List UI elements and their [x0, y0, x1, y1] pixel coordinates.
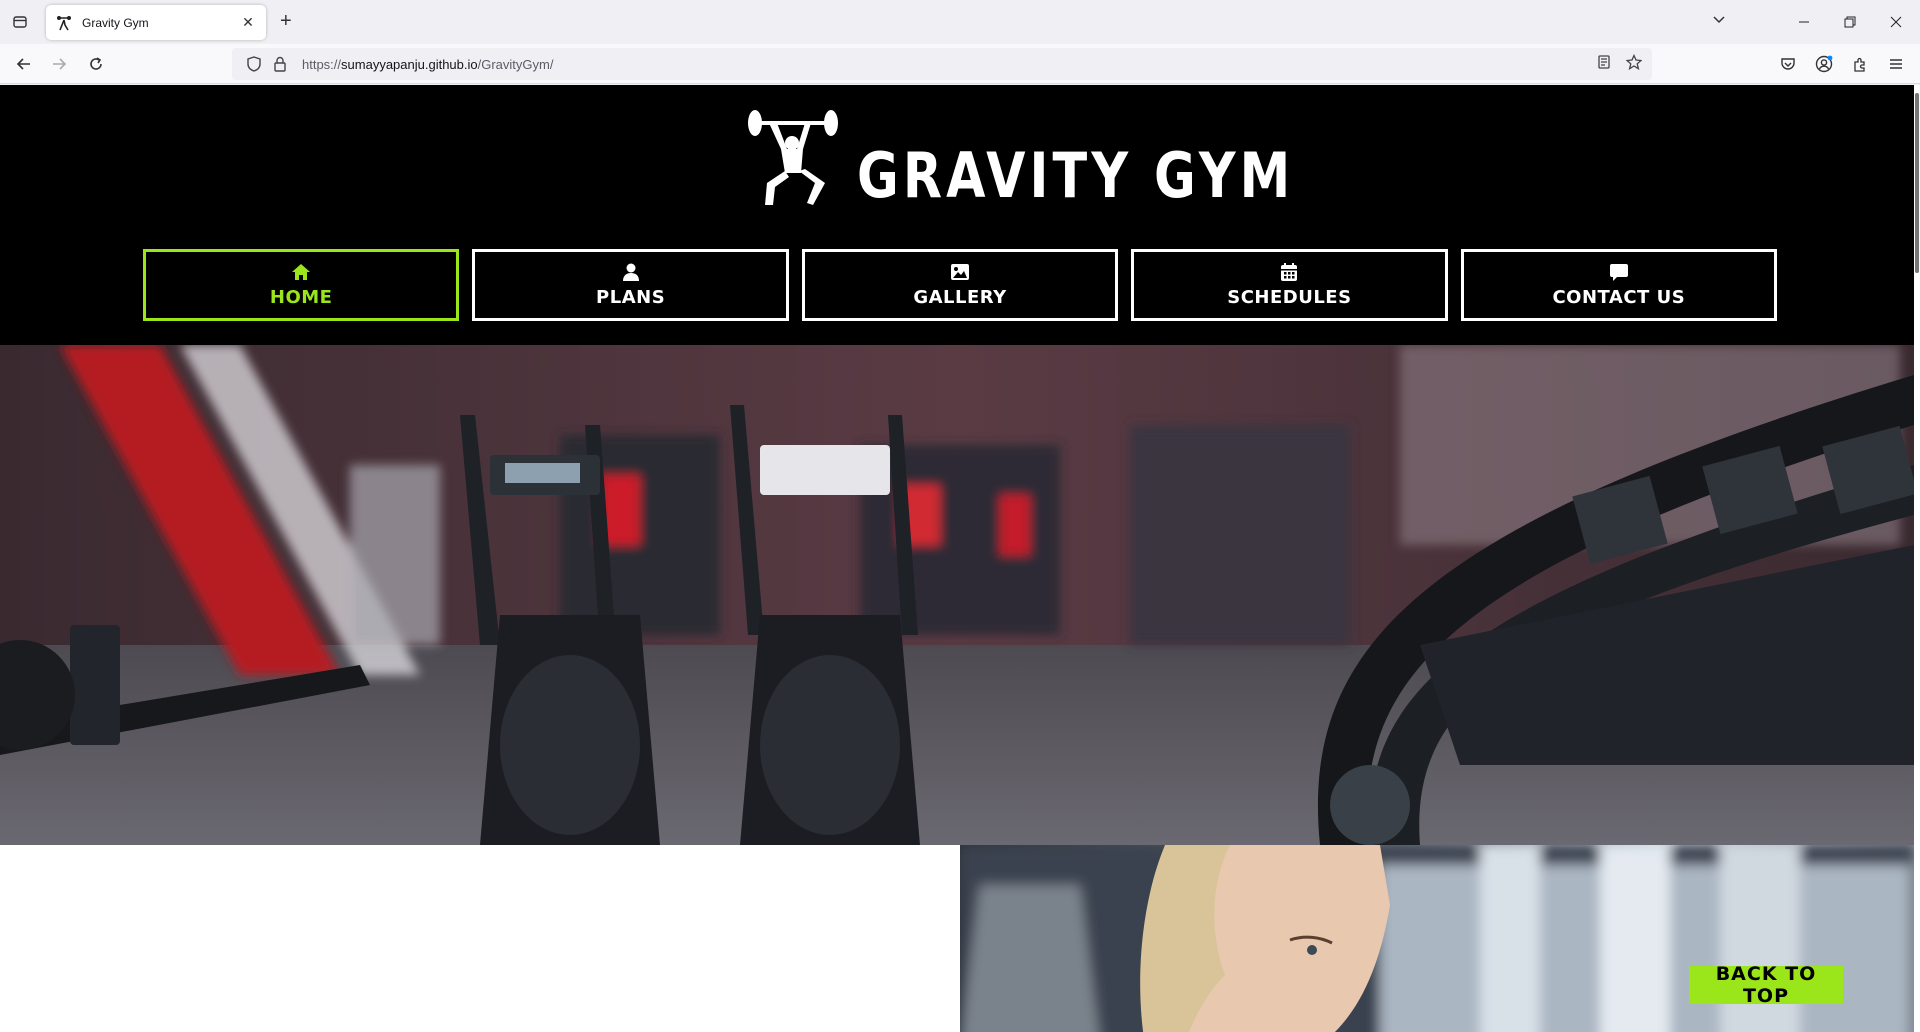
new-tab-icon[interactable]: +: [280, 11, 292, 31]
close-window-icon[interactable]: [1884, 10, 1908, 34]
address-bar[interactable]: https://sumayyapanju.github.io/GravityGy…: [232, 48, 1652, 80]
calendar-icon: [1279, 262, 1299, 282]
bookmark-star-icon[interactable]: [1625, 53, 1643, 75]
hero-gym-image: [0, 345, 1914, 845]
menu-schedules[interactable]: SCHEDULES: [1131, 249, 1448, 321]
url-host: sumayyapanju.github.io: [341, 56, 478, 72]
site-title: GRAVITY GYM: [857, 139, 1295, 212]
url-text[interactable]: https://sumayyapanju.github.io/GravityGy…: [302, 57, 553, 72]
tracking-shield-icon[interactable]: [244, 54, 264, 74]
menu-schedules-label: SCHEDULES: [1227, 287, 1352, 308]
menu-plans-label: PLANS: [596, 287, 666, 308]
site-header: GRAVITY GYM HOME PLANS GALLERY SCHEDULES…: [0, 85, 1914, 345]
browser-tab-active[interactable]: Gravity Gym ✕: [46, 5, 266, 40]
menu-plans[interactable]: PLANS: [472, 249, 789, 321]
menu-contact-us-label: CONTACT US: [1552, 287, 1686, 308]
back-to-top-button[interactable]: BACK TO TOP: [1689, 963, 1843, 1007]
browser-tab-bar: Gravity Gym ✕ +: [0, 0, 1920, 44]
menu-home[interactable]: HOME: [143, 249, 460, 321]
tab-overflow-chevron-icon[interactable]: [1712, 12, 1726, 29]
hamburger-menu-icon[interactable]: [1884, 52, 1908, 76]
hero-illustration: [0, 345, 1914, 845]
menu-contact-us[interactable]: CONTACT US: [1460, 249, 1778, 321]
reader-view-icon[interactable]: [1596, 54, 1612, 75]
home-icon: [291, 262, 311, 282]
image-icon: [950, 262, 970, 282]
page-scrollbar-thumb[interactable]: [1915, 93, 1919, 273]
browser-nav-bar: https://sumayyapanju.github.io/GravityGy…: [0, 44, 1920, 84]
brand[interactable]: GRAVITY GYM: [745, 107, 1390, 207]
main-menu: HOME PLANS GALLERY SCHEDULES CONTACT US: [143, 249, 1778, 321]
menu-gallery[interactable]: GALLERY: [801, 249, 1119, 321]
tab-close-icon[interactable]: ✕: [240, 14, 256, 31]
back-arrow-icon[interactable]: [12, 52, 36, 76]
menu-gallery-label: GALLERY: [913, 287, 1007, 308]
url-scheme: https://: [302, 56, 342, 72]
weightlifter-logo-icon: [748, 110, 838, 205]
menu-home-label: HOME: [269, 287, 333, 308]
chat-icon: [1609, 262, 1629, 282]
tab-title: Gravity Gym: [82, 15, 149, 30]
lock-icon[interactable]: [270, 54, 290, 74]
restore-window-icon[interactable]: [1838, 10, 1862, 34]
account-icon[interactable]: [1812, 52, 1836, 76]
gym-favicon-icon: [57, 15, 71, 30]
extensions-icon[interactable]: [1848, 52, 1872, 76]
pocket-icon[interactable]: [1776, 52, 1800, 76]
reload-icon[interactable]: [84, 52, 108, 76]
user-icon: [621, 262, 641, 282]
tab-list-icon[interactable]: [10, 12, 30, 32]
url-path: /GravityGym/: [477, 56, 554, 72]
page-scrollbar[interactable]: [1914, 85, 1920, 1032]
page-viewport: GRAVITY GYM HOME PLANS GALLERY SCHEDULES…: [0, 85, 1920, 1032]
forward-arrow-icon[interactable]: [47, 52, 71, 76]
minimize-window-icon[interactable]: [1792, 10, 1816, 34]
